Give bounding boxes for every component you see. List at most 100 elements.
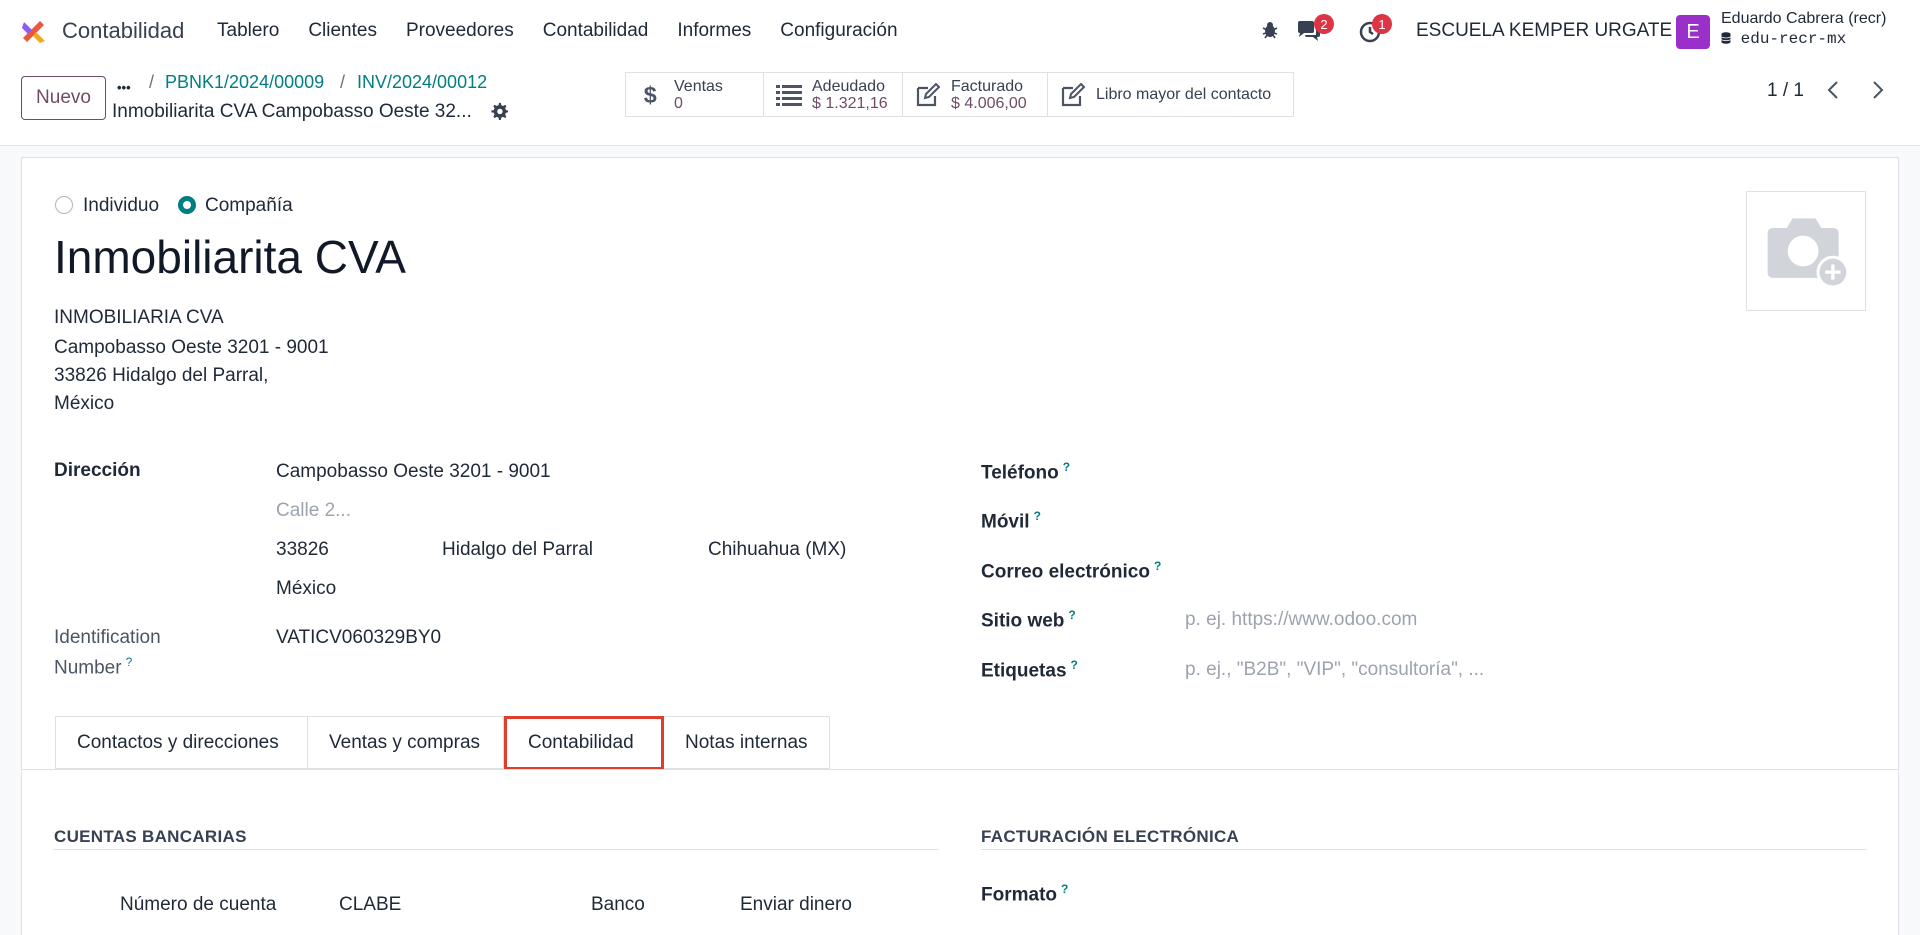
database-name: edu-recr-mx [1721,30,1846,48]
address-line: México [54,393,115,414]
smart-button-value: 0 [674,94,683,112]
tabs-divider [22,769,1898,770]
smart-button-value: $ 1.321,16 [812,94,888,112]
control-panel: Nuevo ••• / PBNK1/2024/00009 / INV/2024/… [0,62,1920,146]
chevron-left-icon[interactable] [1823,78,1845,102]
smart-button-value: $ 4.006,00 [951,94,1027,112]
radio-company-label[interactable]: Compañía [205,195,293,217]
form-sheet: Individuo Compañía Inmobiliarita CVA INM… [21,157,1899,935]
help-icon[interactable]: ? [126,655,133,669]
menu-item-configuracion[interactable]: Configuración [780,20,897,42]
identification-field[interactable]: VATICV060329BY0 [276,627,441,649]
top-navbar: Contabilidad Tablero Clientes Proveedore… [0,0,1920,62]
phone-label-text: Teléfono [981,462,1059,484]
column-send-money[interactable]: Enviar dinero [740,894,852,916]
tab-internal-notes[interactable]: Notas internas [664,716,830,769]
avatar[interactable]: E [1676,15,1710,49]
smart-button-partner-ledger[interactable]: Libro mayor del contacto [1047,72,1294,117]
state-field[interactable]: Chihuahua (MX) [708,539,846,561]
messages-badge: 2 [1314,14,1334,34]
partner-image[interactable] [1746,191,1866,311]
tags-field[interactable]: p. ej., "B2B", "VIP", "consultoría", ... [1185,659,1484,681]
zip-field[interactable]: 33826 [276,539,329,561]
bug-icon[interactable] [1260,20,1280,40]
bank-accounts-title: CUENTAS BANCARIAS [54,827,247,846]
app-name[interactable]: Contabilidad [62,18,184,44]
phone-label: Teléfono? [981,460,1070,484]
tags-label: Etiquetas? [981,658,1078,682]
dollar-icon: $ [638,82,664,108]
database-icon [1721,32,1731,44]
messages-button[interactable]: 2 [1296,14,1336,48]
menu-item-proveedores[interactable]: Proveedores [406,20,514,42]
user-name[interactable]: Eduardo Cabrera (recr) [1721,10,1886,28]
radio-individual-label[interactable]: Individuo [83,195,159,217]
help-icon[interactable]: ? [1061,882,1068,896]
identification-label: Number? [54,655,132,679]
tags-label-text: Etiquetas [981,660,1067,682]
identification-label: Identification [54,627,161,648]
radio-individual[interactable] [55,196,73,214]
menu-item-tablero[interactable]: Tablero [217,20,279,42]
mobile-label-text: Móvil [981,511,1030,533]
smart-button-invoiced[interactable]: Facturado $ 4.006,00 [902,72,1048,117]
edit-icon [1060,82,1086,108]
smart-button-label: Libro mayor del contacto [1096,86,1272,103]
partner-name-field[interactable]: Inmobiliarita CVA [54,230,406,284]
format-label-text: Formato [981,884,1057,906]
menu-item-contabilidad[interactable]: Contabilidad [543,20,649,42]
activities-badge: 1 [1372,14,1392,34]
city-field[interactable]: Hidalgo del Parral [442,539,593,561]
street-field[interactable]: Campobasso Oeste 3201 - 9001 [276,461,551,483]
app-logo-icon[interactable] [20,16,48,44]
smart-button-label: Facturado [951,77,1024,95]
identification-label-line2: Number [54,657,122,679]
pager-value[interactable]: 1 / 1 [1767,80,1804,102]
column-bank[interactable]: Banco [591,894,645,916]
chevron-right-icon[interactable] [1866,78,1888,102]
help-icon[interactable]: ? [1034,509,1041,523]
tab-sales-purchases[interactable]: Ventas y compras [308,716,504,769]
gear-icon[interactable] [490,102,508,120]
column-account-number[interactable]: Número de cuenta [120,894,276,916]
address-line: Campobasso Oeste 3201 - 9001 [54,337,329,358]
edit-icon [915,82,941,108]
tab-accounting[interactable]: Contabilidad [504,716,664,770]
record-title: Inmobiliarita CVA Campobasso Oeste 32... [112,101,472,122]
einvoicing-title: FACTURACIÓN ELECTRÓNICA [981,827,1240,846]
new-button[interactable]: Nuevo [21,76,106,120]
list-icon [776,82,802,108]
smart-button-label: Adeudado [812,77,885,95]
database-label: edu-recr-mx [1740,30,1847,48]
tab-contacts[interactable]: Contactos y direcciones [55,716,308,769]
address-line: INMOBILIARIA CVA [54,307,224,328]
email-label-text: Correo electrónico [981,561,1150,583]
website-label-text: Sitio web [981,610,1065,632]
menu-item-clientes[interactable]: Clientes [308,20,377,42]
email-label: Correo electrónico? [981,559,1161,583]
main-menu: Tablero Clientes Proveedores Contabilida… [217,20,927,42]
help-icon[interactable]: ? [1068,608,1075,622]
breadcrumb-payment[interactable]: PBNK1/2024/00009 [165,72,324,93]
address-label: Dirección [54,460,141,481]
website-field[interactable]: p. ej. https://www.odoo.com [1185,609,1417,631]
help-icon[interactable]: ? [1063,460,1070,474]
smart-button-label: Ventas [674,77,723,95]
menu-item-informes[interactable]: Informes [677,20,751,42]
camera-plus-icon [1767,218,1850,289]
section-divider [981,849,1866,850]
column-clabe[interactable]: CLABE [339,894,401,916]
help-icon[interactable]: ? [1154,559,1161,573]
smart-button-sales[interactable]: $ Ventas 0 [625,72,764,117]
street2-field[interactable]: Calle 2... [276,500,351,522]
radio-company[interactable] [178,196,196,214]
breadcrumb-invoice[interactable]: INV/2024/00012 [357,72,487,93]
breadcrumb-separator: / [340,72,346,92]
country-field[interactable]: México [276,578,336,600]
activities-button[interactable]: 1 [1358,14,1398,48]
format-label: Formato? [981,882,1068,906]
smart-button-due[interactable]: Adeudado $ 1.321,16 [763,72,903,117]
breadcrumb-more[interactable]: ••• [117,80,131,95]
company-switcher[interactable]: ESCUELA KEMPER URGATE [1416,20,1672,42]
help-icon[interactable]: ? [1071,658,1078,672]
